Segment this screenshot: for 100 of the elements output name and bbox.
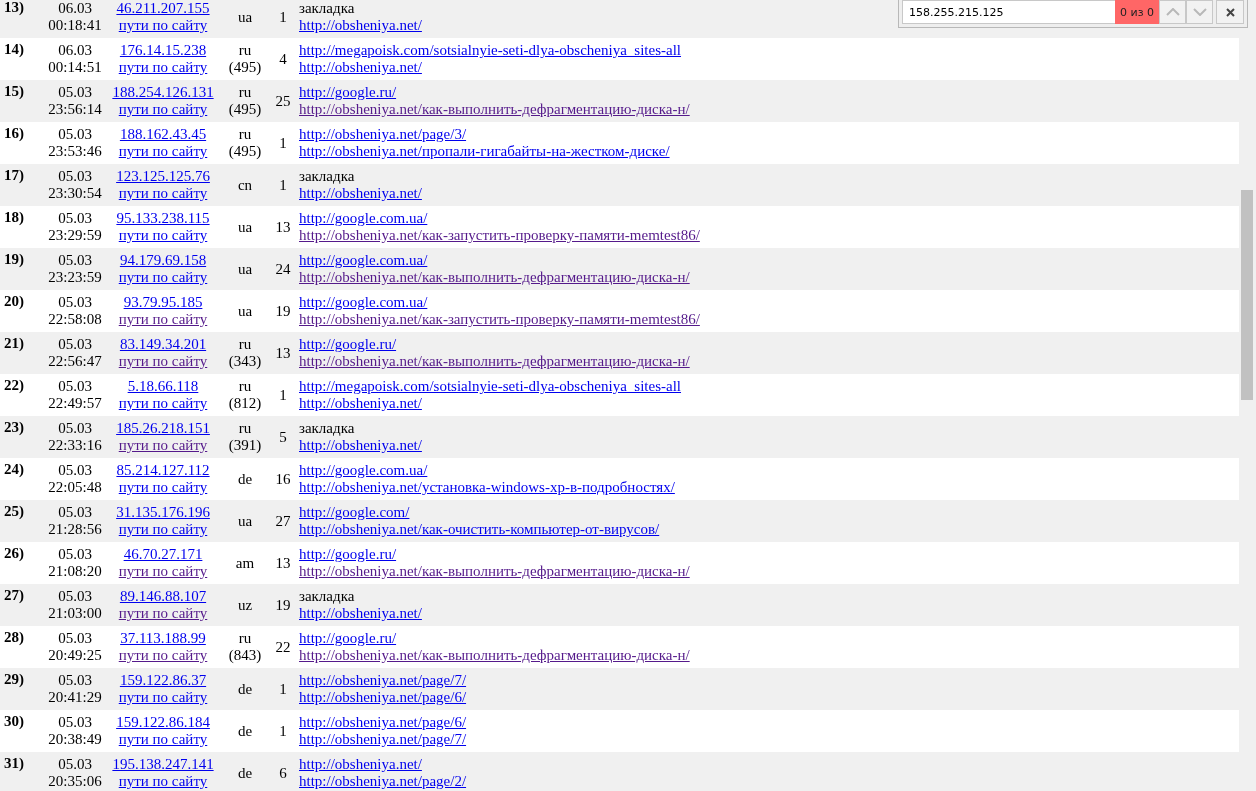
ip-link[interactable]: 195.138.247.141: [112, 756, 214, 773]
visit-date: 05.03: [58, 252, 92, 269]
match-count: 0 из 0: [1115, 0, 1159, 24]
visit-time: 20:49:25: [48, 647, 102, 664]
row-number: 26): [3, 544, 25, 562]
landing-page-link[interactable]: http://obsheniya.net/page/2/: [299, 773, 467, 790]
landing-page-link[interactable]: http://obsheniya.net/page/7/: [299, 731, 467, 748]
site-paths-link[interactable]: пути по сайту: [118, 143, 208, 160]
site-paths-link[interactable]: пути по сайту: [118, 689, 208, 706]
row-number: 13): [3, 0, 25, 16]
ip-link[interactable]: 159.122.86.184: [116, 714, 210, 731]
site-paths-link[interactable]: пути по сайту: [118, 521, 208, 538]
landing-page-link[interactable]: http://obsheniya.net/: [299, 395, 422, 412]
site-paths-link[interactable]: пути по сайту: [118, 185, 208, 202]
referrer-link[interactable]: http://google.com.ua/: [299, 210, 428, 227]
referrer-text: закладка: [299, 168, 355, 185]
referrer-link[interactable]: http://obsheniya.net/page/6/: [299, 714, 467, 731]
landing-page-link[interactable]: http://obsheniya.net/установка-windows-xp-в-подробностях/: [299, 479, 675, 496]
ip-link[interactable]: 46.70.27.171: [123, 546, 203, 563]
referrer-link[interactable]: http://google.ru/: [299, 546, 397, 563]
site-paths-link[interactable]: пути по сайту: [118, 647, 208, 664]
site-paths-link[interactable]: пути по сайту: [118, 353, 208, 370]
ip-link[interactable]: 31.135.176.196: [116, 504, 210, 521]
previous-match-button[interactable]: [1159, 0, 1186, 24]
landing-page-link[interactable]: http://obsheniya.net/как-запустить-проверку-памяти-memtest86/: [299, 311, 700, 328]
landing-page-link[interactable]: http://obsheniya.net/как-выполнить-дефрагментацию-диска-н/: [299, 647, 690, 664]
visit-date: 05.03: [58, 84, 92, 101]
hit-count: 5: [278, 428, 288, 446]
landing-page-link[interactable]: http://obsheniya.net/как-выполнить-дефрагментацию-диска-н/: [299, 101, 690, 118]
referrer-link[interactable]: http://megapoisk.com/sotsialnyie-seti-dlya-obscheniya_sites-all: [299, 378, 681, 395]
visit-time: 22:49:57: [48, 395, 102, 412]
referrer-link[interactable]: http://google.ru/: [299, 336, 397, 353]
ip-link[interactable]: 188.162.43.45: [119, 126, 207, 143]
find-field[interactable]: 158.255.215.125: [902, 0, 1115, 24]
referrer-link[interactable]: http://obsheniya.net/page/7/: [299, 672, 467, 689]
landing-page-link[interactable]: http://obsheniya.net/как-выполнить-дефрагментацию-диска-н/: [299, 353, 690, 370]
close-button[interactable]: [1216, 0, 1244, 24]
referrer-link[interactable]: http://google.com.ua/: [299, 252, 428, 269]
site-paths-link[interactable]: пути по сайту: [118, 311, 208, 328]
country-code: ru: [238, 378, 252, 395]
country-code: ru: [238, 420, 252, 437]
referrer-link[interactable]: http://google.com/: [299, 504, 410, 521]
country-code: ua: [237, 260, 253, 278]
ip-link[interactable]: 94.179.69.158: [119, 252, 207, 269]
landing-page-link[interactable]: http://obsheniya.net/: [299, 185, 422, 202]
site-paths-link[interactable]: пути по сайту: [118, 773, 208, 790]
site-paths-link[interactable]: пути по сайту: [118, 101, 208, 118]
region-code: (812): [228, 395, 262, 412]
ip-link[interactable]: 123.125.125.76: [116, 168, 210, 185]
ip-link[interactable]: 176.14.15.238: [119, 42, 207, 59]
landing-page-link[interactable]: http://obsheniya.net/: [299, 17, 422, 34]
visit-time: 22:33:16: [48, 437, 102, 454]
site-paths-link[interactable]: пути по сайту: [118, 59, 208, 76]
site-paths-link[interactable]: пути по сайту: [118, 731, 208, 748]
landing-page-link[interactable]: http://obsheniya.net/как-очистить-компьютер-от-вирусов/: [299, 521, 660, 538]
site-paths-link[interactable]: пути по сайту: [118, 17, 208, 34]
visit-time: 22:58:08: [48, 311, 102, 328]
referrer-link[interactable]: http://google.com.ua/: [299, 462, 428, 479]
landing-page-link[interactable]: http://obsheniya.net/как-выполнить-дефрагментацию-диска-н/: [299, 269, 690, 286]
ip-link[interactable]: 83.149.34.201: [119, 336, 207, 353]
ip-link[interactable]: 188.254.126.131: [112, 84, 214, 101]
site-paths-link[interactable]: пути по сайту: [118, 479, 208, 496]
referrer-link[interactable]: http://google.ru/: [299, 630, 397, 647]
ip-link[interactable]: 5.18.66.118: [127, 378, 199, 395]
landing-page-link[interactable]: http://obsheniya.net/как-выполнить-дефрагментацию-диска-н/: [299, 563, 690, 580]
referrer-link[interactable]: http://google.ru/: [299, 84, 397, 101]
landing-page-link[interactable]: http://obsheniya.net/: [299, 437, 422, 454]
ip-link[interactable]: 46.211.207.155: [116, 0, 210, 17]
visit-time: 23:29:59: [48, 227, 102, 244]
site-paths-link[interactable]: пути по сайту: [118, 563, 208, 580]
ip-link[interactable]: 37.113.188.99: [120, 630, 206, 647]
ip-link[interactable]: 85.214.127.112: [116, 462, 210, 479]
ip-link[interactable]: 185.26.218.151: [116, 420, 210, 437]
visit-time: 00:18:41: [48, 17, 102, 34]
row-number: 27): [3, 586, 25, 604]
ip-link[interactable]: 89.146.88.107: [119, 588, 207, 605]
ip-link[interactable]: 93.79.95.185: [123, 294, 203, 311]
site-paths-link[interactable]: пути по сайту: [118, 227, 208, 244]
site-paths-link[interactable]: пути по сайту: [118, 437, 208, 454]
landing-page-link[interactable]: http://obsheniya.net/: [299, 605, 422, 622]
hit-count: 1: [278, 386, 288, 404]
site-paths-link[interactable]: пути по сайту: [118, 605, 208, 622]
referrer-link[interactable]: http://obsheniya.net/page/3/: [299, 126, 467, 143]
hit-count: 25: [274, 92, 292, 110]
site-paths-link[interactable]: пути по сайту: [118, 395, 208, 412]
referrer-link[interactable]: http://google.com.ua/: [299, 294, 428, 311]
landing-page-link[interactable]: http://obsheniya.net/page/6/: [299, 689, 467, 706]
visit-date: 05.03: [58, 714, 92, 731]
scrollbar[interactable]: [1239, 0, 1256, 791]
site-paths-link[interactable]: пути по сайту: [118, 269, 208, 286]
visit-time: 00:14:51: [48, 59, 102, 76]
visit-time: 22:05:48: [48, 479, 102, 496]
landing-page-link[interactable]: http://obsheniya.net/: [299, 59, 422, 76]
referrer-link[interactable]: http://obsheniya.net/: [299, 756, 422, 773]
landing-page-link[interactable]: http://obsheniya.net/пропали-гигабайты-на-жестком-диске/: [299, 143, 670, 160]
ip-link[interactable]: 95.133.238.115: [116, 210, 210, 227]
referrer-link[interactable]: http://megapoisk.com/sotsialnyie-seti-dlya-obscheniya_sites-all: [299, 42, 681, 59]
landing-page-link[interactable]: http://obsheniya.net/как-запустить-проверку-памяти-memtest86/: [299, 227, 700, 244]
ip-link[interactable]: 159.122.86.37: [119, 672, 207, 689]
scrollbar-thumb[interactable]: [1241, 190, 1253, 400]
